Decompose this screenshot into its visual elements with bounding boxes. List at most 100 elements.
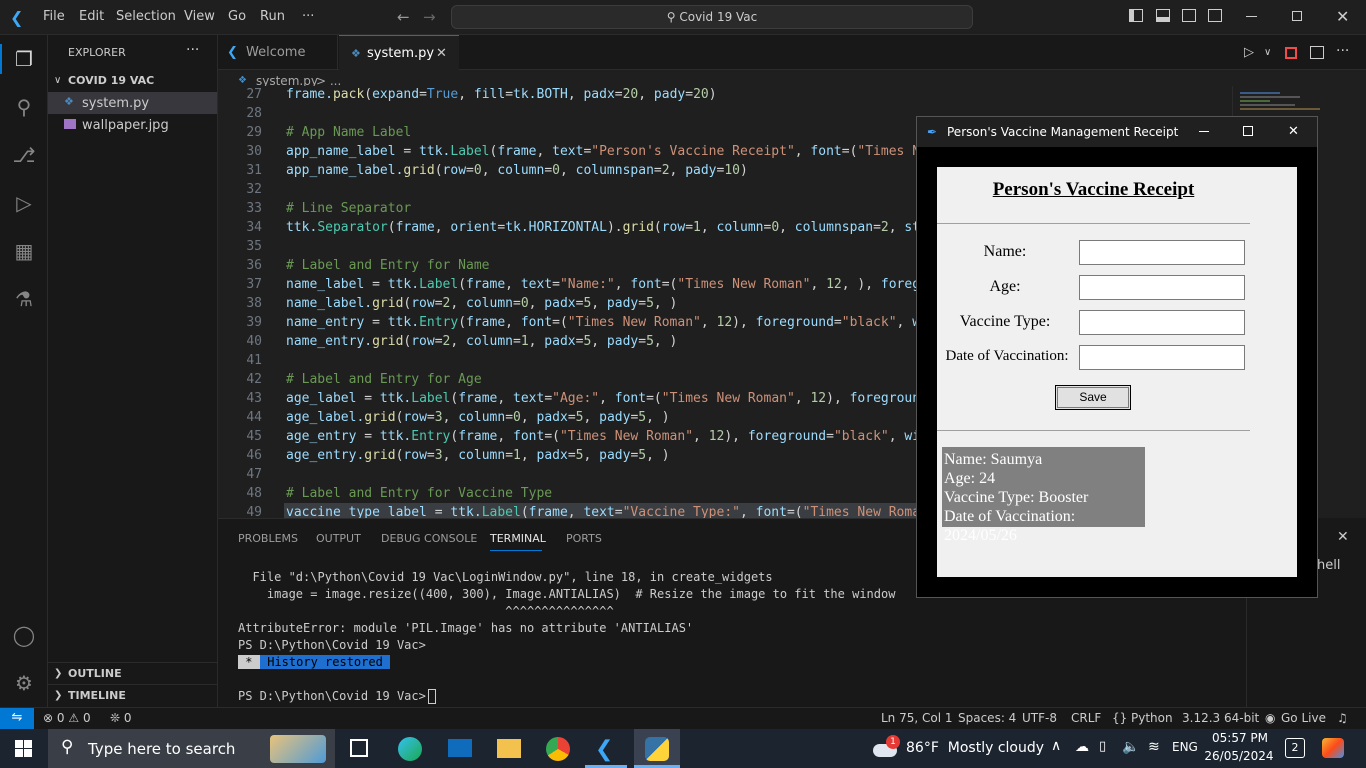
- chrome-icon[interactable]: [546, 737, 570, 761]
- minimize-icon[interactable]: [1246, 16, 1257, 17]
- line-number: 39: [246, 315, 262, 330]
- battery-icon[interactable]: ▯: [1099, 739, 1106, 754]
- code-line: frame.pack(expand=True, fill=tk.BOTH, pa…: [286, 87, 717, 102]
- save-button[interactable]: Save: [1055, 385, 1131, 410]
- menu-selection[interactable]: Selection: [116, 9, 176, 24]
- toggle-sidebar-icon[interactable]: [1129, 9, 1143, 22]
- result-age: Age: 24: [944, 470, 996, 487]
- explorer-files-icon[interactable]: ❐: [10, 45, 38, 73]
- go-live-button[interactable]: Go Live: [1281, 711, 1326, 725]
- python-taskbar-button[interactable]: [634, 729, 680, 768]
- mail-icon[interactable]: [448, 739, 472, 757]
- name-input[interactable]: [1079, 240, 1245, 265]
- close-panel-icon[interactable]: ✕: [1337, 529, 1349, 545]
- vscode-logo-icon: ❮: [227, 45, 238, 60]
- menu-more[interactable]: ···: [302, 9, 314, 24]
- extensions-icon[interactable]: ▦: [10, 237, 38, 265]
- code-line: age_entry = ttk.Entry(frame, font=("Time…: [286, 429, 944, 444]
- problems-status[interactable]: ⊗ 0 ⚠ 0: [43, 711, 91, 725]
- split-editor-icon[interactable]: [1310, 46, 1324, 59]
- testing-flask-icon[interactable]: ⚗: [10, 285, 38, 313]
- file-item-wallpaper-jpg[interactable]: wallpaper.jpg: [48, 114, 217, 136]
- tab-ports[interactable]: PORTS: [566, 532, 602, 545]
- tab-debug-console[interactable]: DEBUG CONSOLE: [381, 532, 477, 545]
- age-input[interactable]: [1079, 275, 1245, 300]
- weather-text[interactable]: 86°F Mostly cloudy: [906, 740, 1044, 756]
- stop-icon[interactable]: [1285, 47, 1297, 59]
- clock-date[interactable]: 26/05/2024: [1204, 749, 1274, 763]
- menu-go[interactable]: Go: [228, 9, 246, 24]
- cursor-position[interactable]: Ln 75, Col 1: [881, 711, 953, 725]
- forward-arrow-icon[interactable]: →: [423, 8, 436, 26]
- outline-section[interactable]: OUTLINE: [68, 667, 122, 680]
- remote-icon[interactable]: ⇋: [0, 708, 34, 729]
- maximize-icon[interactable]: [1243, 126, 1253, 136]
- edge-icon[interactable]: [398, 737, 422, 761]
- encoding[interactable]: UTF-8: [1022, 711, 1057, 725]
- folder-name[interactable]: COVID 19 VAC: [68, 74, 154, 87]
- vaccine-type-label: Vaccine Type:: [959, 313, 1051, 330]
- menu-edit[interactable]: Edit: [79, 9, 104, 24]
- close-icon[interactable]: ✕: [1336, 7, 1349, 26]
- close-tab-icon[interactable]: ✕: [436, 36, 447, 71]
- account-icon[interactable]: ◯: [10, 621, 38, 649]
- menu-run[interactable]: Run: [260, 9, 285, 24]
- toggle-secondary-sidebar-icon[interactable]: [1182, 9, 1196, 22]
- windows-start-icon[interactable]: [15, 740, 32, 757]
- vscode-taskbar-icon[interactable]: ❮: [595, 737, 619, 762]
- onedrive-icon[interactable]: ☁: [1075, 739, 1089, 755]
- tab-terminal[interactable]: TERMINAL: [490, 532, 546, 545]
- line-number: 47: [246, 467, 262, 482]
- terminal-instance-label[interactable]: hell: [1317, 558, 1340, 573]
- indentation[interactable]: Spaces: 4: [958, 711, 1016, 725]
- file-item-system-py[interactable]: ❖ system.py: [48, 92, 217, 114]
- source-control-icon[interactable]: ⎇: [10, 141, 38, 169]
- chevron-down-icon[interactable]: ∨: [1264, 47, 1271, 58]
- language-indicator[interactable]: ENG: [1172, 740, 1198, 754]
- customize-layout-icon[interactable]: [1208, 9, 1222, 22]
- tab-output[interactable]: OUTPUT: [316, 532, 361, 545]
- line-number: 38: [246, 296, 262, 311]
- copilot-icon[interactable]: [1322, 738, 1344, 758]
- chevron-down-icon[interactable]: ∨: [54, 75, 61, 86]
- wifi-icon[interactable]: ≋: [1148, 739, 1160, 755]
- notification-icon[interactable]: 2: [1285, 738, 1305, 758]
- toggle-panel-icon[interactable]: [1156, 9, 1170, 22]
- restore-icon[interactable]: [1292, 11, 1302, 21]
- line-number: 30: [246, 144, 262, 159]
- more-actions-icon[interactable]: ···: [1336, 43, 1349, 59]
- back-arrow-icon[interactable]: ←: [397, 8, 410, 26]
- end-of-line[interactable]: CRLF: [1071, 711, 1101, 725]
- tab-system-py[interactable]: ❖ system.py ✕: [339, 35, 459, 70]
- taskbar-search-box[interactable]: ⚲ Type here to search: [48, 729, 335, 768]
- run-file-icon[interactable]: ▷: [1244, 45, 1254, 60]
- weather-cloud-icon[interactable]: 1: [873, 735, 900, 758]
- bell-icon[interactable]: ♫: [1337, 711, 1348, 725]
- task-view-icon[interactable]: [350, 739, 368, 757]
- timeline-section[interactable]: TIMELINE: [68, 689, 126, 702]
- speaker-icon[interactable]: 🔈: [1122, 739, 1139, 755]
- settings-gear-icon[interactable]: ⚙: [10, 669, 38, 697]
- search-icon[interactable]: ⚲: [10, 93, 38, 121]
- tab-problems[interactable]: PROBLEMS: [238, 532, 298, 545]
- language-mode[interactable]: Python: [1131, 711, 1173, 725]
- more-actions-icon[interactable]: ···: [186, 42, 199, 58]
- chevron-right-icon[interactable]: ❯: [54, 668, 62, 679]
- menu-file[interactable]: File: [43, 9, 65, 24]
- terminal-prompt[interactable]: PS D:\Python\Covid 19 Vac>: [238, 689, 433, 703]
- python-file-icon: ❖: [64, 95, 74, 108]
- chevron-right-icon[interactable]: ❯: [54, 690, 62, 701]
- close-icon[interactable]: ✕: [1288, 117, 1299, 147]
- python-interpreter[interactable]: 3.12.3 64-bit: [1182, 711, 1259, 725]
- chevron-up-icon[interactable]: ∧: [1051, 738, 1061, 754]
- minimize-icon[interactable]: [1199, 131, 1209, 132]
- file-explorer-icon[interactable]: [497, 739, 521, 758]
- command-center-search[interactable]: ⚲ Covid 19 Vac: [451, 5, 973, 29]
- run-debug-icon[interactable]: ▷: [10, 189, 38, 217]
- ports-status[interactable]: ❊ 0: [110, 711, 132, 725]
- vaccine-type-input[interactable]: [1079, 310, 1245, 335]
- tab-welcome[interactable]: ❮ Welcome: [218, 35, 338, 70]
- menu-view[interactable]: View: [184, 9, 215, 24]
- clock-time[interactable]: 05:57 PM: [1208, 731, 1272, 745]
- date-of-vaccination-input[interactable]: [1079, 345, 1245, 370]
